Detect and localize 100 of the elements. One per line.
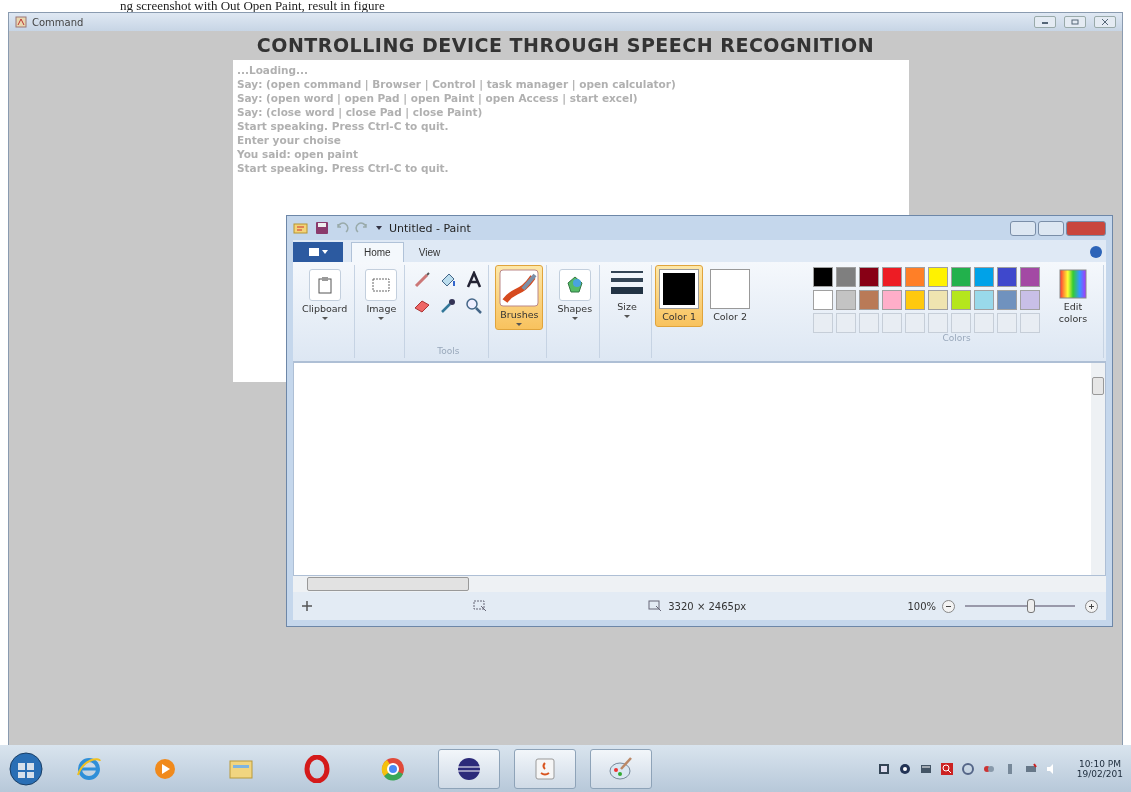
taskbar-button[interactable] [438, 748, 500, 789]
brush-icon [499, 269, 540, 307]
minimize-button[interactable] [1034, 16, 1056, 28]
color-swatch[interactable] [836, 267, 856, 287]
empty-color-slot[interactable] [859, 313, 879, 333]
color-swatch[interactable] [813, 267, 833, 287]
magnifier-icon[interactable] [465, 297, 484, 315]
color-swatch[interactable] [882, 290, 902, 310]
app-icon [15, 16, 27, 28]
minimize-icon [1041, 19, 1049, 25]
tray-monitor-icon[interactable] [919, 762, 932, 775]
color-swatch[interactable] [813, 290, 833, 310]
color-swatch[interactable] [928, 267, 948, 287]
text-icon[interactable] [466, 271, 483, 289]
console-line: Say: (open word | open Pad | open Paint | open Access | start excel) [237, 91, 639, 105]
ribbon-tab[interactable]: View [405, 242, 454, 262]
color-swatch[interactable] [974, 267, 994, 287]
help-icon[interactable] [1090, 246, 1102, 258]
tray-circle-icon[interactable] [898, 762, 911, 775]
color-swatch[interactable] [1020, 290, 1040, 310]
clock-date[interactable]: 19/02/201 [1076, 768, 1123, 779]
tray-window-icon[interactable] [877, 762, 890, 775]
color-swatch[interactable] [859, 290, 879, 310]
edit-colors-button[interactable]: Edit colors [1046, 265, 1100, 333]
color-swatch[interactable] [951, 290, 971, 310]
color-swatch[interactable] [859, 267, 879, 287]
shapes-icon [564, 275, 585, 295]
console-line: Enter your choise [237, 133, 342, 147]
image-button[interactable]: Image [361, 265, 402, 324]
clipboard-button[interactable]: Clipboard [298, 265, 352, 324]
shapes-button[interactable]: Shapes [553, 265, 597, 324]
zoom-slider-thumb[interactable] [1027, 599, 1035, 613]
empty-color-slot[interactable] [928, 313, 948, 333]
heading: CONTROLLING DEVICE THROUGH SPEECH RECOGNITION [255, 34, 876, 56]
empty-color-slot[interactable] [905, 313, 925, 333]
eraser-icon[interactable] [413, 299, 432, 313]
brushes-button[interactable]: Brushes [495, 265, 544, 330]
zoom-in-button[interactable] [1085, 599, 1098, 613]
paint-app-icon[interactable] [293, 221, 309, 235]
menu-icon [308, 247, 328, 257]
empty-color-slot[interactable] [882, 313, 902, 333]
redo-icon[interactable] [355, 222, 369, 234]
empty-color-slot[interactable] [1020, 313, 1040, 333]
console-line: Say: (open command | Browser | Control | task manager | open calculator) [237, 77, 677, 91]
tray-ring-icon[interactable] [961, 762, 974, 775]
empty-color-slot[interactable] [997, 313, 1017, 333]
close-button[interactable] [1066, 220, 1106, 236]
clock-time[interactable]: 10:10 PM [1078, 758, 1121, 769]
ribbon-tab[interactable]: Home [351, 242, 404, 262]
console-line: Start speaking. Press Ctrl-C to quit. [237, 161, 450, 175]
maximize-icon [1071, 19, 1079, 25]
empty-color-slot[interactable] [951, 313, 971, 333]
tray-search-icon[interactable] [940, 762, 953, 775]
console-line: Start speaking. Press Ctrl-C to quit. [237, 119, 450, 133]
color-swatch[interactable] [997, 290, 1017, 310]
application-menu-button[interactable] [293, 242, 343, 262]
color-swatch[interactable] [928, 290, 948, 310]
size-button[interactable]: Size [606, 265, 649, 322]
empty-color-slot[interactable] [974, 313, 994, 333]
undo-icon[interactable] [335, 222, 349, 234]
color-swatch[interactable] [974, 290, 994, 310]
console-line: Say: (close word | close Pad | close Paint) [237, 105, 484, 119]
selection-size-icon [473, 600, 487, 612]
group-label: Colors [942, 333, 971, 345]
console-line: You said: open paint [237, 147, 359, 161]
empty-color-slot[interactable] [836, 313, 856, 333]
cursor-position-icon [301, 600, 313, 612]
fill-bucket-icon[interactable] [439, 271, 458, 289]
pencil-icon[interactable] [413, 271, 432, 289]
save-icon[interactable] [315, 221, 329, 235]
color-1-button[interactable]: Color 1 [655, 265, 704, 327]
minimize-button[interactable] [1010, 220, 1036, 236]
close-button[interactable] [1094, 16, 1116, 28]
color-swatch[interactable] [997, 267, 1017, 287]
canvas-size-text: 3320 × 2465px [668, 600, 747, 612]
zoom-out-button[interactable] [942, 599, 955, 613]
selection-icon [372, 278, 391, 292]
maximize-button[interactable] [1038, 220, 1064, 236]
plus-icon [1088, 602, 1095, 610]
color-swatch[interactable] [882, 267, 902, 287]
zoom-percent: 100% [907, 600, 936, 612]
console-line: ...Loading... [237, 63, 310, 77]
start-button[interactable] [8, 750, 44, 787]
close-icon [1101, 19, 1109, 25]
window-title: Command [32, 16, 84, 28]
vertical-scrollbar[interactable] [1091, 363, 1105, 575]
color-swatch[interactable] [1020, 267, 1040, 287]
letter-o-icon [303, 754, 331, 783]
color-swatch[interactable] [951, 267, 971, 287]
color-swatch[interactable] [905, 290, 925, 310]
color-swatch[interactable] [905, 267, 925, 287]
color-swatch[interactable] [836, 290, 856, 310]
horizontal-scrollbar[interactable] [293, 576, 1106, 592]
window-title: Untitled - Paint [389, 221, 471, 235]
color-picker-icon[interactable] [439, 297, 458, 315]
empty-color-slot[interactable] [813, 313, 833, 333]
dropdown-icon[interactable] [375, 224, 383, 232]
network-icon[interactable] [1024, 762, 1037, 775]
group-label: Tools [437, 346, 460, 358]
maximize-button[interactable] [1064, 16, 1086, 28]
